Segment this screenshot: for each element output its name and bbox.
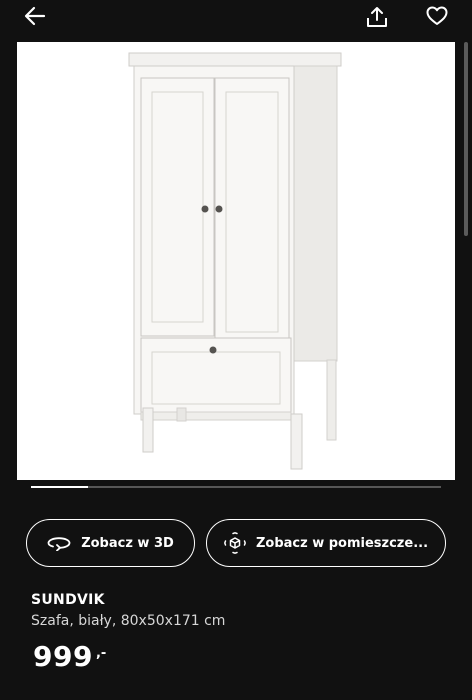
wardrobe-illustration xyxy=(128,52,342,470)
share-upload-icon xyxy=(365,5,389,33)
carousel-progress-fill xyxy=(31,486,89,488)
image-carousel-progress xyxy=(31,486,441,488)
share-button[interactable] xyxy=(359,1,395,37)
view-in-room-button[interactable]: Zobacz w pomieszcze... xyxy=(206,519,446,567)
favourite-button[interactable] xyxy=(419,0,455,36)
view-in-room-label: Zobacz w pomieszcze... xyxy=(255,535,429,551)
back-button[interactable] xyxy=(17,0,53,36)
rotate-3d-icon xyxy=(47,535,71,551)
arrow-left-icon xyxy=(24,6,46,30)
price-suffix: ,- xyxy=(95,646,107,661)
product-description: Szafa, biały, 80x50x171 cm xyxy=(31,613,226,629)
view-3d-button[interactable]: Zobacz w 3D xyxy=(26,519,195,567)
scrollbar[interactable] xyxy=(464,42,468,236)
heart-outline-icon xyxy=(426,6,448,30)
price-value: 999 xyxy=(33,640,93,673)
product-image[interactable] xyxy=(17,42,455,480)
ar-cube-icon xyxy=(224,532,246,554)
product-price: 999 ,- xyxy=(33,640,106,674)
view-3d-label: Zobacz w 3D xyxy=(81,535,174,551)
product-name: SUNDVIK xyxy=(31,592,105,608)
top-bar xyxy=(0,0,472,42)
